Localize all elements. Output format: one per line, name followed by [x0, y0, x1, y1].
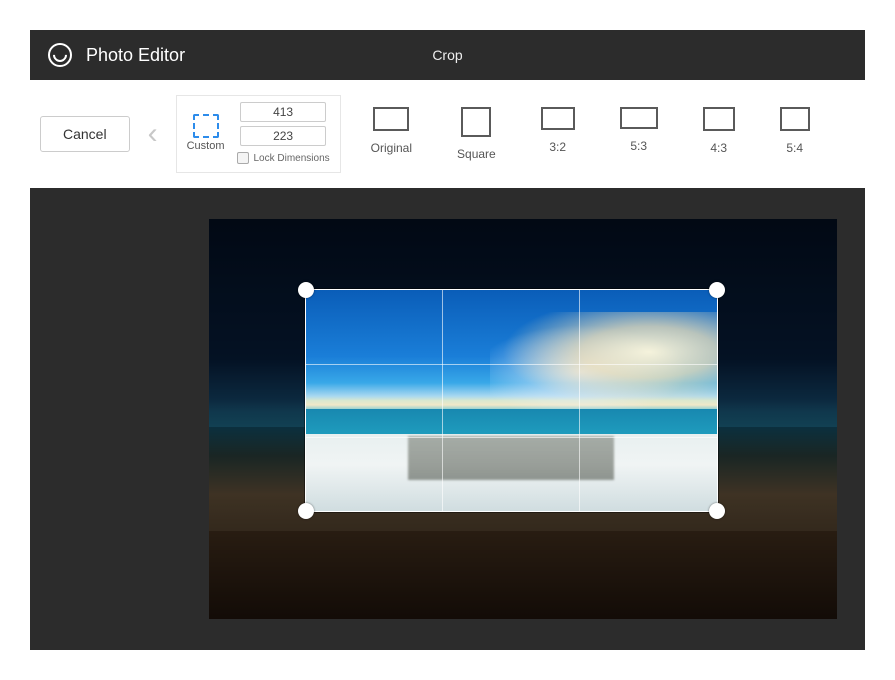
custom-dimensions: Lock Dimensions: [237, 102, 330, 164]
header-bar: Photo Editor Crop: [30, 30, 865, 80]
ratio-original[interactable]: Original: [371, 107, 412, 161]
custom-crop-option[interactable]: Custom: [187, 114, 225, 152]
ratio-5-4-icon: [780, 107, 810, 131]
custom-crop-icon: [193, 114, 219, 138]
ratio-square[interactable]: Square: [457, 107, 496, 161]
aspect-ratio-list: Original Square 3:2 5:3 4:3 5:4: [371, 107, 810, 161]
ratio-3-2-icon: [541, 107, 575, 130]
image-stage[interactable]: [209, 219, 837, 619]
crop-height-input[interactable]: [240, 126, 326, 146]
grid-line: [306, 437, 717, 438]
ratio-label: Original: [371, 141, 412, 155]
ratio-5-4[interactable]: 5:4: [780, 107, 810, 161]
crop-width-input[interactable]: [240, 102, 326, 122]
ratio-original-icon: [373, 107, 409, 131]
ratio-label: 5:4: [786, 141, 803, 155]
ratio-label: Square: [457, 147, 496, 161]
canvas-area: [30, 188, 865, 650]
crop-handle-top-left[interactable]: [298, 282, 314, 298]
crop-handle-top-right[interactable]: [709, 282, 725, 298]
custom-crop-panel: Custom Lock Dimensions: [176, 95, 341, 173]
tool-name-label: Crop: [432, 47, 462, 63]
crop-preview: [306, 290, 717, 511]
app-logo-icon: [48, 43, 72, 67]
chevron-left-icon: ‹: [148, 119, 158, 149]
ratio-label: 4:3: [710, 141, 727, 155]
crop-handle-bottom-right[interactable]: [709, 503, 725, 519]
grid-line: [306, 364, 717, 365]
ratio-5-3[interactable]: 5:3: [620, 107, 658, 161]
lock-dimensions-row[interactable]: Lock Dimensions: [237, 152, 330, 164]
ratio-3-2[interactable]: 3:2: [541, 107, 575, 161]
grid-line: [579, 290, 580, 511]
ratio-4-3[interactable]: 4:3: [703, 107, 735, 161]
grid-line: [442, 290, 443, 511]
crop-toolbar: Cancel ‹ Custom Lock Dimensions Original: [30, 80, 865, 188]
ratio-5-3-icon: [620, 107, 658, 129]
ratio-label: 5:3: [630, 139, 647, 153]
crop-handle-bottom-left[interactable]: [298, 503, 314, 519]
lock-dimensions-label: Lock Dimensions: [254, 153, 330, 164]
cancel-button[interactable]: Cancel: [40, 116, 130, 152]
app-frame: Photo Editor Crop Cancel ‹ Custom Lock D…: [30, 30, 865, 650]
ratio-4-3-icon: [703, 107, 735, 131]
ratio-square-icon: [461, 107, 491, 137]
lock-dimensions-checkbox[interactable]: [237, 152, 249, 164]
crop-region[interactable]: [305, 289, 718, 512]
custom-crop-label: Custom: [187, 140, 225, 152]
app-title: Photo Editor: [86, 45, 185, 66]
ratio-label: 3:2: [549, 140, 566, 154]
